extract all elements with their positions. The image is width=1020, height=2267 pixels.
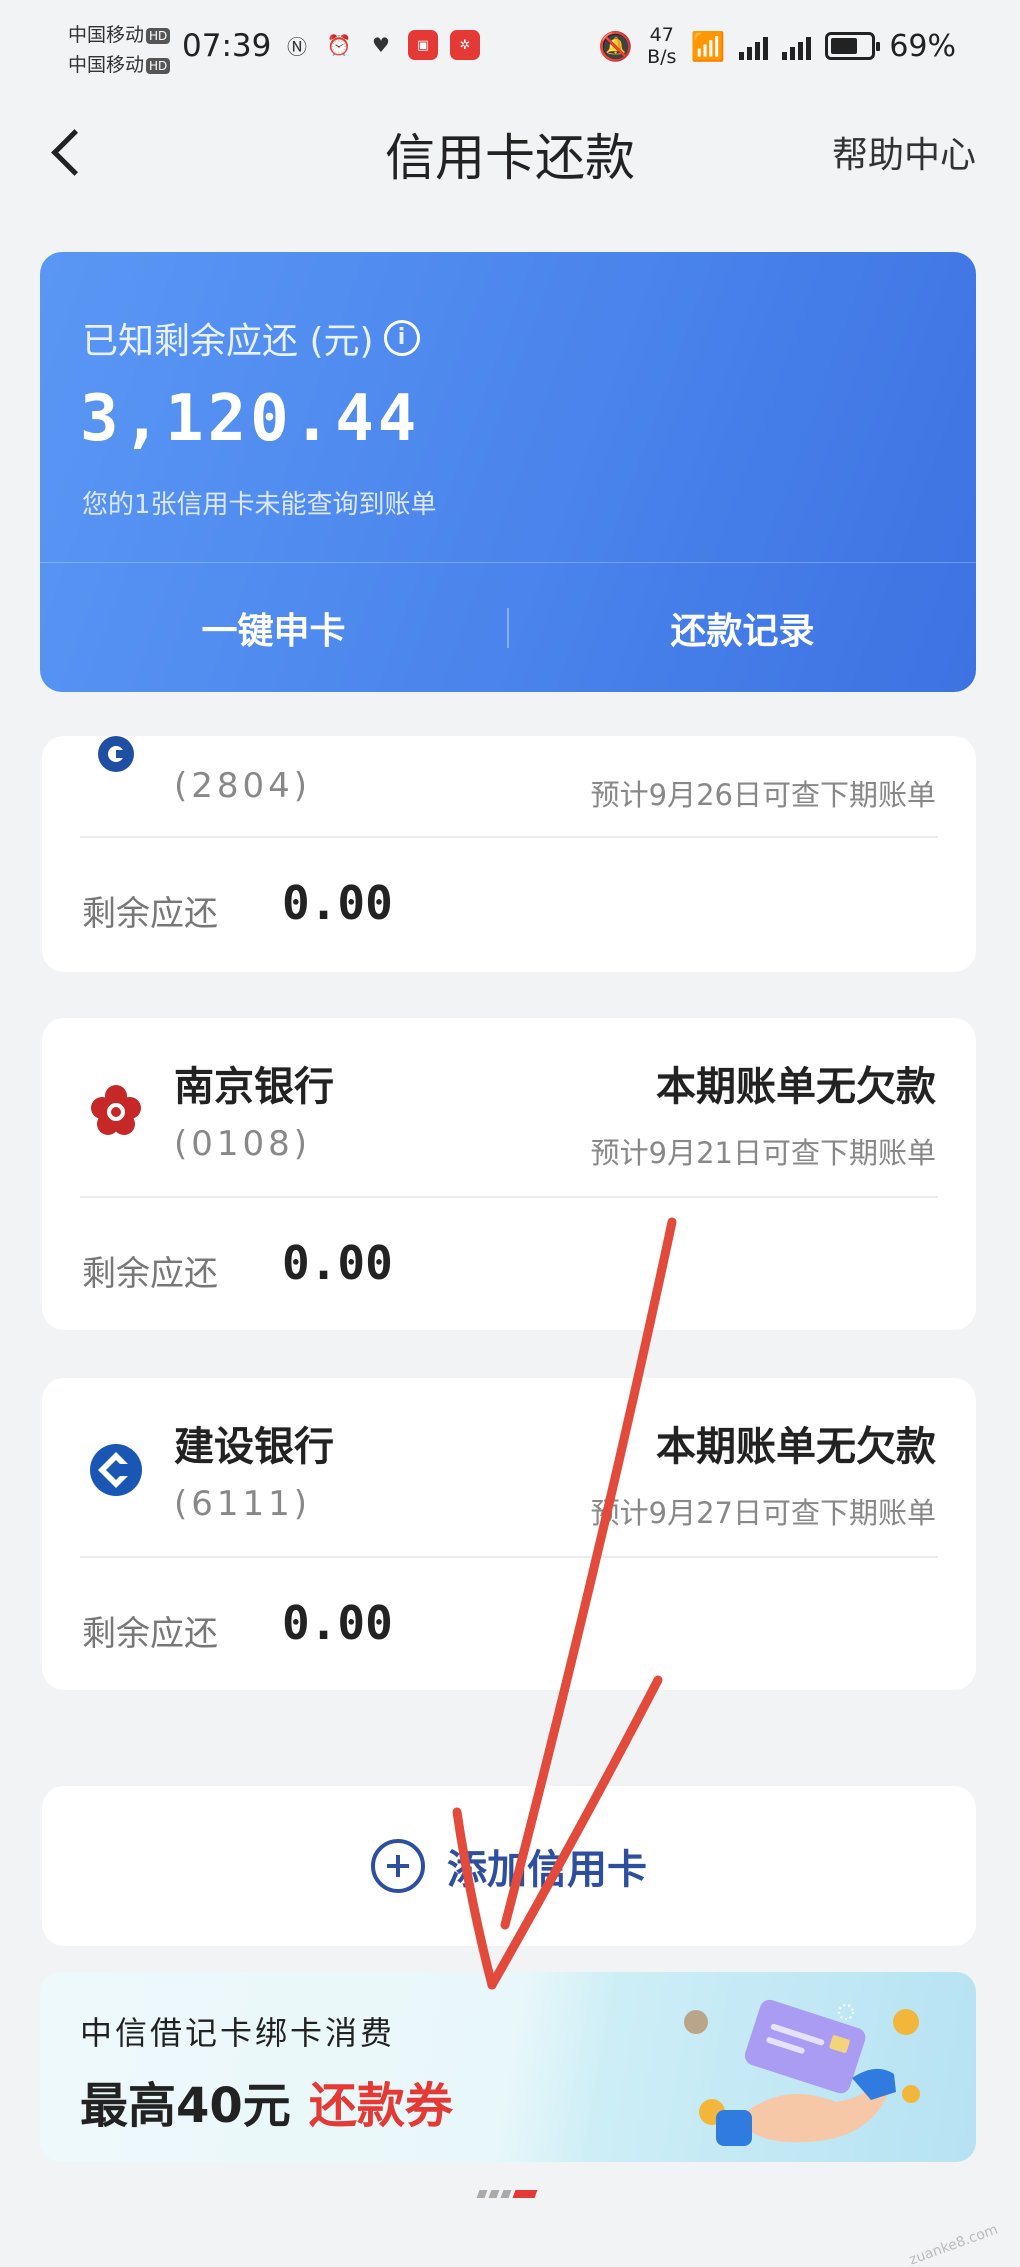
credit-card-item[interactable]: (2804) 预计9月26日可查下期账单 剩余应还 0.00 [42, 736, 976, 972]
app-notification-icon: ▣ [408, 30, 438, 60]
apply-card-button[interactable]: 一键申卡 [40, 564, 507, 692]
page-indicator [476, 2190, 538, 2198]
bank-of-nanjing-logo-icon [91, 1085, 141, 1135]
app-notification-icon-2: ✲ [450, 30, 480, 60]
summary-label: 已知剩余应还 (元) i [82, 312, 420, 364]
status-bar: 中国移动 HD 中国移动 HD 07:39 Ⓝ ⏰ ♥ ▣ ✲ 🔕 47 B/s 📶… [0, 0, 1020, 100]
bill-status: 本期账单无欠款 [656, 1424, 936, 1470]
carrier-2: 中国移动 [68, 54, 145, 76]
promo-line-1: 中信借记卡绑卡消费 [80, 2014, 396, 2052]
bank-name: 南京银行 [174, 1064, 334, 1110]
mute-icon: 🔕 [598, 29, 634, 63]
info-icon[interactable]: i [383, 320, 420, 356]
nfc-icon: Ⓝ [287, 34, 307, 59]
status-time: 07:39 [182, 28, 272, 64]
remaining-value: 0.00 [282, 1236, 393, 1290]
remaining-amount: 3,120.44 [80, 382, 421, 456]
plus-circle-icon [371, 1839, 425, 1893]
bank-name: 建设银行 [174, 1424, 334, 1470]
card-divider [80, 1556, 938, 1558]
credit-card-item[interactable]: 南京银行 (0108) 本期账单无欠款 预计9月21日可查下期账单 剩余应还 0… [42, 1018, 976, 1330]
heart-icon: ♥ [372, 33, 390, 57]
card-number: (2804) [174, 766, 312, 806]
promo-line-2: 最高40元 还款券 [80, 2078, 453, 2134]
battery-icon [825, 32, 881, 60]
card-in-hand-illustration [684, 1999, 920, 2146]
summary-actions: 一键申卡 还款记录 [40, 564, 976, 692]
remaining-value: 0.00 [282, 876, 393, 930]
watermark: zuanke8.com [906, 2221, 1000, 2267]
remaining-label: 剩余应还 [82, 894, 218, 934]
alarm-icon: ⏰ [326, 33, 352, 57]
status-right: 🔕 47 B/s 📶 69% [598, 24, 956, 68]
card-divider [80, 1196, 938, 1198]
net-speed: 47 B/s [647, 24, 677, 68]
carrier-1: 中国移动 [68, 24, 145, 46]
bank-logo-icon [98, 736, 134, 772]
next-bill-hint: 预计9月21日可查下期账单 [590, 1136, 936, 1170]
repayment-summary-card: 已知剩余应还 (元) i 3,120.44 您的1张信用卡未能查询到账单 一键申… [40, 252, 976, 692]
card-number: (0108) [174, 1124, 312, 1164]
summary-divider [40, 562, 976, 563]
ccb-logo-icon [90, 1444, 142, 1496]
promo-banner[interactable]: 中信借记卡绑卡消费 最高40元 还款券 [40, 1972, 976, 2162]
add-credit-card-label: 添加信用卡 [447, 1847, 647, 1893]
add-credit-card-button[interactable]: 添加信用卡 [42, 1786, 976, 1946]
summary-note: 您的1张信用卡未能查询到账单 [82, 490, 437, 520]
next-bill-hint: 预计9月26日可查下期账单 [590, 778, 936, 812]
card-number: (6111) [174, 1484, 312, 1524]
signal-5g-icon [739, 32, 769, 60]
remaining-label: 剩余应还 [82, 1614, 218, 1654]
help-center-link[interactable]: 帮助中心 [832, 126, 976, 178]
notification-icons: Ⓝ ⏰ ♥ ▣ ✲ [282, 30, 480, 60]
wifi-icon: 📶 [690, 29, 726, 63]
credit-card-item[interactable]: 建设银行 (6111) 本期账单无欠款 预计9月27日可查下期账单 剩余应还 0… [42, 1378, 976, 1690]
nav-bar: 信用卡还款 帮助中心 [0, 110, 1020, 190]
remaining-value: 0.00 [282, 1596, 393, 1650]
bill-status: 本期账单无欠款 [656, 1064, 936, 1110]
card-divider [80, 836, 938, 838]
battery-level: 69% [889, 28, 956, 64]
repayment-records-button[interactable]: 还款记录 [509, 564, 976, 692]
remaining-label: 剩余应还 [82, 1254, 218, 1294]
signal-4g-icon [782, 32, 812, 60]
next-bill-hint: 预计9月27日可查下期账单 [590, 1496, 936, 1530]
carrier-info: 中国移动 HD 中国移动 HD [68, 20, 171, 80]
